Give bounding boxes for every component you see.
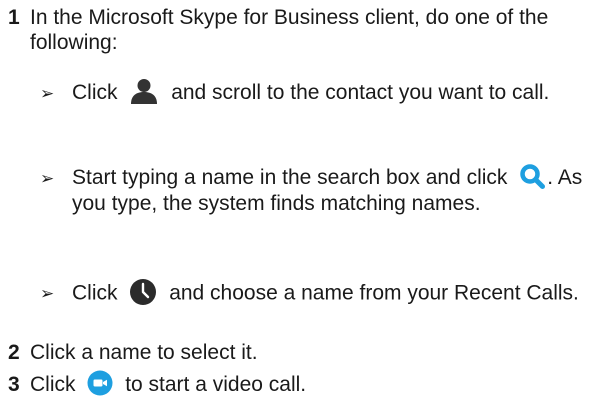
- contact-person-icon: [129, 78, 159, 105]
- option-text-after: and choose a name from your Recent Calls…: [169, 281, 579, 305]
- step-1-option-2: ➢ Start typing a name in the search box …: [40, 163, 592, 216]
- video-camera-icon: [87, 370, 113, 396]
- step-text: In the Microsoft Skype for Business clie…: [30, 6, 549, 54]
- option-text-after: and scroll to the contact you want to ca…: [171, 81, 550, 104]
- step-number: 2: [8, 341, 20, 364]
- step-2: 2 Click a name to select it.: [8, 340, 590, 365]
- option-text-before: Start typing a name in the search box an…: [72, 166, 508, 189]
- step-1-option-3: ➢ Click and choose a name from your Rece…: [40, 278, 592, 308]
- step-text-after: to start a video call.: [125, 373, 307, 396]
- step-3: 3 Click to start a video call.: [8, 370, 590, 398]
- arrow-bullet-icon: ➢: [40, 169, 55, 188]
- step-text-before: Click: [30, 373, 76, 396]
- option-text-before: Click: [72, 81, 118, 104]
- step-number: 3: [8, 373, 20, 396]
- arrow-bullet-icon: ➢: [40, 84, 55, 103]
- option-text-before: Click: [72, 281, 118, 305]
- step-number: 1: [8, 6, 20, 29]
- step-1: 1 In the Microsoft Skype for Business cl…: [8, 5, 590, 55]
- step-text: Click a name to select it.: [30, 341, 258, 364]
- clock-icon: [129, 278, 157, 306]
- arrow-bullet-icon: ➢: [40, 284, 55, 303]
- step-1-option-1: ➢ Click and scroll to the contact you wa…: [40, 78, 592, 106]
- search-magnifier-icon: [519, 163, 546, 190]
